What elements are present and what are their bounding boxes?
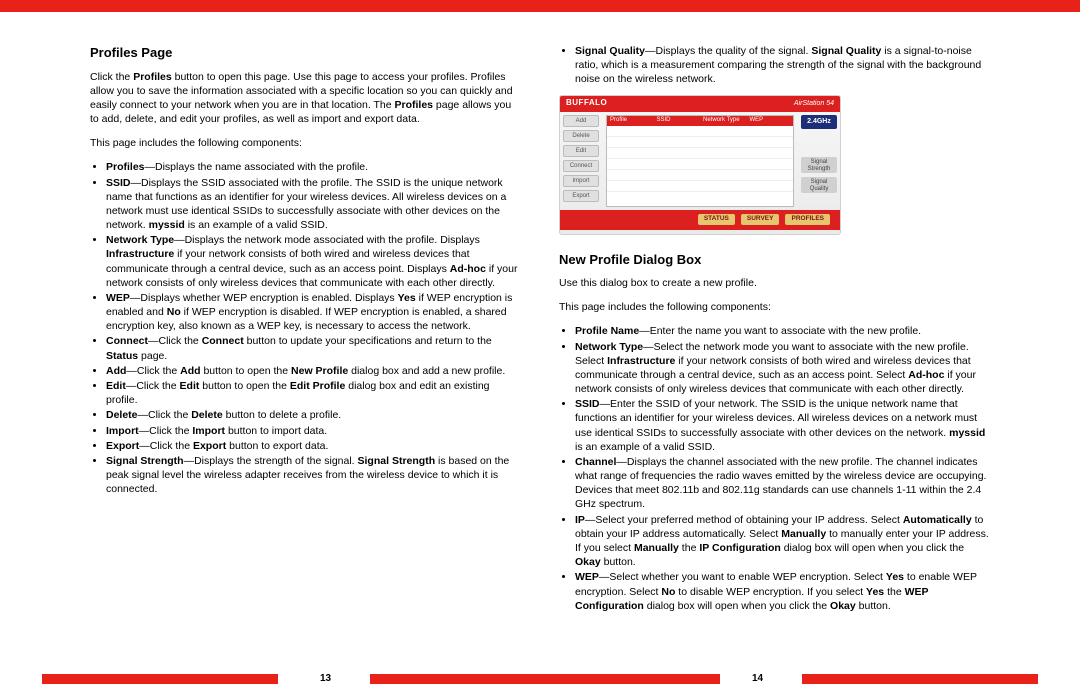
- left-column: Profiles Page Click the Profiles button …: [90, 44, 521, 642]
- profiles-list: Profiles—Displays the name associated wi…: [90, 160, 521, 496]
- new-profile-components-label: This page includes the following compone…: [559, 300, 990, 314]
- ss-btn-export[interactable]: Export: [563, 190, 599, 202]
- ss-body: Add Delete Edit Connect Import Export Pr…: [560, 112, 840, 210]
- table-row: [607, 126, 793, 137]
- app-screenshot: BUFFALO AirStation 54 Add Delete Edit Co…: [559, 95, 841, 235]
- list-item: SSID—Enter the SSID of your network. The…: [575, 397, 990, 454]
- list-item: Delete—Click the Delete button to delete…: [106, 408, 521, 422]
- list-item: Profile Name—Enter the name you want to …: [575, 324, 990, 338]
- ss-btn-add[interactable]: Add: [563, 115, 599, 127]
- ss-side-buttons: Add Delete Edit Connect Import Export: [560, 112, 602, 210]
- footer-bar-mid: [370, 674, 720, 684]
- signal-quality-badge: Signal Quality: [801, 177, 837, 193]
- ss-brand: BUFFALO: [566, 98, 607, 109]
- ghz-badge: 2.4GHz: [801, 115, 837, 129]
- list-item: SSID—Displays the SSID associated with t…: [106, 176, 521, 233]
- table-row: [607, 181, 793, 192]
- ss-product: AirStation 54: [794, 99, 834, 108]
- ss-thead: Profile SSID Network Type WEP: [607, 116, 793, 126]
- page-number-right: 14: [752, 674, 763, 684]
- list-item: WEP—Displays whether WEP encryption is e…: [106, 291, 521, 334]
- ss-header: BUFFALO AirStation 54: [560, 96, 840, 112]
- list-item: Export—Click the Export button to export…: [106, 439, 521, 453]
- list-item: Network Type—Displays the network mode a…: [106, 233, 521, 290]
- ss-footer-profiles[interactable]: PROFILES: [785, 214, 830, 225]
- list-item: Import—Click the Import button to import…: [106, 424, 521, 438]
- ss-btn-edit[interactable]: Edit: [563, 145, 599, 157]
- ss-right-side: 2.4GHz Signal Strength Signal Quality: [798, 112, 840, 210]
- ss-footer-status[interactable]: STATUS: [698, 214, 735, 225]
- list-item: IP—Select your preferred method of obtai…: [575, 513, 990, 570]
- list-item: Signal Strength—Displays the strength of…: [106, 454, 521, 497]
- footer: 13 14: [0, 668, 1080, 698]
- profiles-components-label: This page includes the following compone…: [90, 136, 521, 150]
- page-content: Profiles Page Click the Profiles button …: [0, 12, 1080, 642]
- profiles-page-heading: Profiles Page: [90, 44, 521, 62]
- table-row: [607, 137, 793, 148]
- signal-strength-badge: Signal Strength: [801, 157, 837, 173]
- profiles-intro: Click the Profiles button to open this p…: [90, 70, 521, 127]
- ss-btn-connect[interactable]: Connect: [563, 160, 599, 172]
- table-row: [607, 159, 793, 170]
- new-profile-intro: Use this dialog box to create a new prof…: [559, 276, 990, 290]
- page-number-left: 13: [320, 674, 331, 684]
- table-row: [607, 170, 793, 181]
- ss-btn-delete[interactable]: Delete: [563, 130, 599, 142]
- top-red-bar: [0, 0, 1080, 12]
- ss-btn-import[interactable]: Import: [563, 175, 599, 187]
- right-column: Signal Quality—Displays the quality of t…: [559, 44, 990, 642]
- signal-quality-list: Signal Quality—Displays the quality of t…: [559, 44, 990, 87]
- new-profile-heading: New Profile Dialog Box: [559, 251, 990, 269]
- list-item: Profiles—Displays the name associated wi…: [106, 160, 521, 174]
- list-item: WEP—Select whether you want to enable WE…: [575, 570, 990, 613]
- list-item: Network Type—Select the network mode you…: [575, 340, 990, 397]
- list-item: Add—Click the Add button to open the New…: [106, 364, 521, 378]
- signal-quality-item: Signal Quality—Displays the quality of t…: [575, 44, 990, 87]
- list-item: Channel—Displays the channel associated …: [575, 455, 990, 512]
- list-item: Connect—Click the Connect button to upda…: [106, 334, 521, 362]
- footer-bar-right: [802, 674, 1038, 684]
- footer-bar-left: [42, 674, 278, 684]
- ss-table: Profile SSID Network Type WEP: [606, 115, 794, 207]
- list-item: Edit—Click the Edit button to open the E…: [106, 379, 521, 407]
- ss-footer: STATUS SURVEY PROFILES: [560, 210, 840, 230]
- table-row: [607, 148, 793, 159]
- new-profile-list: Profile Name—Enter the name you want to …: [559, 324, 990, 612]
- ss-footer-survey[interactable]: SURVEY: [741, 214, 780, 225]
